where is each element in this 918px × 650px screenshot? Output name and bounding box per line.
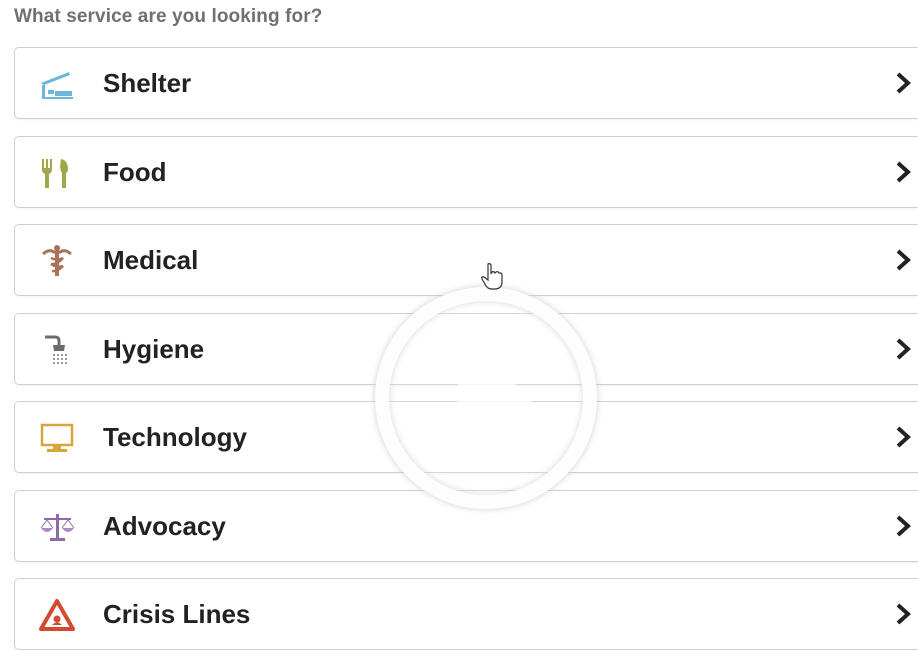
chevron-right-icon <box>896 249 911 271</box>
chevron-right-icon <box>896 72 911 94</box>
chevron-right-icon <box>896 161 911 183</box>
chevron-right-icon <box>896 603 911 625</box>
service-label: Advocacy <box>103 511 226 541</box>
service-item-shelter[interactable]: Shelter <box>14 47 918 119</box>
shelter-icon <box>41 72 73 99</box>
food-icon <box>42 159 68 188</box>
advocacy-icon <box>40 514 75 541</box>
service-item-technology[interactable]: Technology <box>14 401 918 473</box>
technology-icon <box>40 423 74 452</box>
service-label: Food <box>103 157 167 187</box>
chevron-right-icon <box>896 426 911 448</box>
service-item-food[interactable]: Food <box>14 136 918 208</box>
service-label: Medical <box>103 245 199 275</box>
medical-icon <box>42 245 72 276</box>
service-label: Technology <box>103 422 247 452</box>
service-item-medical[interactable]: Medical <box>14 224 918 296</box>
service-item-crisis-lines[interactable]: Crisis Lines <box>14 578 918 650</box>
chevron-right-icon <box>896 515 911 537</box>
chevron-right-icon <box>896 338 911 360</box>
service-label: Crisis Lines <box>103 599 251 629</box>
service-label: Hygiene <box>103 334 205 364</box>
service-item-advocacy[interactable]: Advocacy <box>14 490 918 562</box>
hygiene-icon <box>45 335 67 364</box>
page-heading: What service are you looking for? <box>14 6 323 27</box>
crisis-icon <box>39 599 75 631</box>
hand-cursor-icon <box>481 263 503 290</box>
service-item-hygiene[interactable]: Hygiene <box>14 313 918 385</box>
service-label: Shelter <box>103 68 192 98</box>
